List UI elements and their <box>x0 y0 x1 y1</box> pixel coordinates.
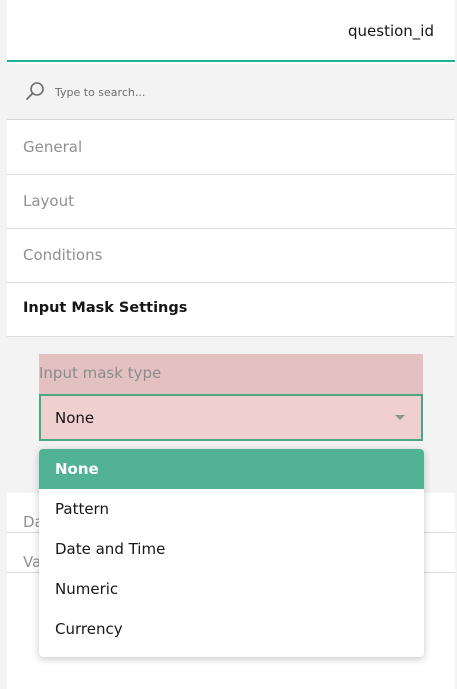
dropdown-option-none[interactable]: None <box>39 449 424 489</box>
section-conditions-label: Conditions <box>23 246 103 264</box>
question-name-title: question_id <box>348 22 434 40</box>
dropdown-option-currency[interactable]: Currency <box>39 609 424 649</box>
input-mask-type-dropdown: None Pattern Date and Time Numeric Curre… <box>39 449 424 657</box>
property-grid-header: question_id <box>7 0 455 62</box>
input-mask-type-select[interactable]: None <box>39 394 423 441</box>
dropdown-option-pattern[interactable]: Pattern <box>39 489 424 529</box>
section-layout-label: Layout <box>23 192 74 210</box>
section-input-mask-settings-label: Input Mask Settings <box>23 300 188 316</box>
section-general-label: General <box>23 138 83 156</box>
left-edge-strip <box>0 0 7 689</box>
dropdown-option-date-and-time[interactable]: Date and Time <box>39 529 424 569</box>
dropdown-option-numeric[interactable]: Numeric <box>39 569 424 609</box>
search-input[interactable] <box>55 82 415 102</box>
section-conditions[interactable]: Conditions <box>7 229 455 283</box>
input-mask-type-label: Input mask type <box>39 364 162 382</box>
input-mask-type-value: None <box>55 409 95 427</box>
search-icon <box>26 82 44 100</box>
section-layout[interactable]: Layout <box>7 175 455 229</box>
section-input-mask-settings[interactable]: Input Mask Settings <box>7 283 455 337</box>
chevron-down-icon[interactable] <box>395 415 405 420</box>
section-general[interactable]: General <box>7 121 455 175</box>
search-bar <box>7 64 455 120</box>
